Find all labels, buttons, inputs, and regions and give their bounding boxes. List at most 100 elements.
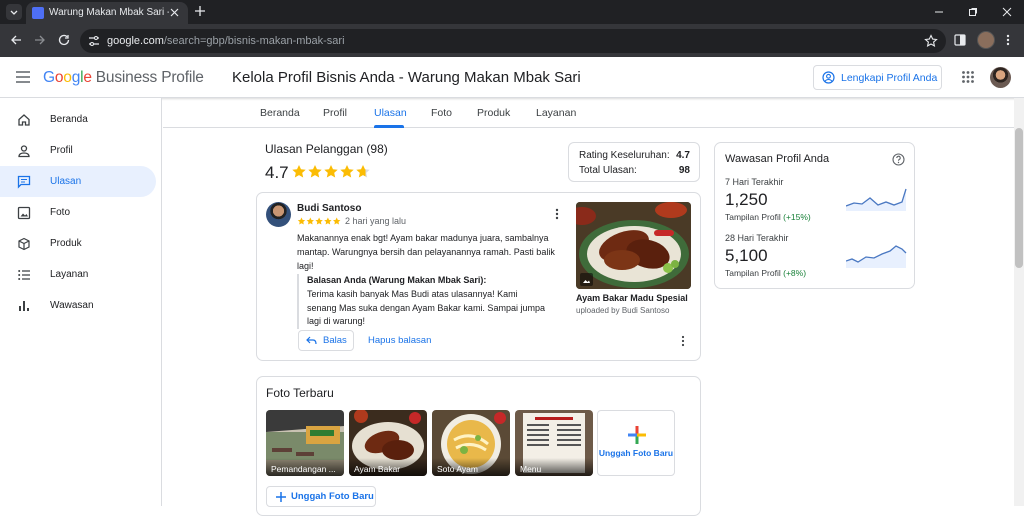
forward-icon[interactable] [33, 33, 47, 47]
review-time: 2 hari yang lalu [345, 216, 407, 226]
bar-chart-icon [17, 299, 31, 313]
sidebar-item-label: Wawasan [50, 300, 94, 311]
insight-subtext: Tampilan Profil (+15%) [725, 212, 811, 222]
tab-search-button[interactable] [6, 4, 22, 20]
sparkline-7-days [846, 188, 907, 211]
upload-photo-button-label: Unggah Foto Baru [291, 491, 374, 502]
tab-layanan[interactable]: Layanan [536, 107, 576, 119]
sidebar-item-label: Beranda [50, 114, 88, 125]
delete-reply-link[interactable]: Hapus balasan [368, 335, 431, 346]
side-panel-icon[interactable] [953, 33, 967, 47]
photo-thumb-soto-ayam[interactable]: Soto Ayam [432, 410, 510, 476]
recent-photos-heading: Foto Terbaru [266, 386, 334, 400]
photo-thumb-ayam-bakar[interactable]: Ayam Bakar [349, 410, 427, 476]
restore-icon[interactable] [956, 0, 990, 24]
sidebar-item-layanan[interactable]: Layanan [0, 259, 156, 290]
reply-button-label: Balas [323, 335, 347, 346]
favicon-icon [32, 7, 44, 19]
browser-tab[interactable]: Warung Makan Mbak Sari - W [26, 2, 188, 24]
scrollbar-thumb[interactable] [1015, 128, 1023, 268]
google-logo: Google [43, 69, 92, 86]
tab-ulasan[interactable]: Ulasan [374, 107, 407, 119]
address-bar[interactable]: google.com/search=gbp/bisnis-makan-mbak-… [80, 29, 946, 53]
tab-profil[interactable]: Profil [323, 107, 347, 119]
reload-icon[interactable] [57, 33, 71, 47]
new-tab-icon[interactable] [193, 4, 207, 18]
sidebar-item-beranda[interactable]: Beranda [0, 104, 156, 135]
insight-period-label: 7 Hari Terakhir [725, 177, 784, 187]
sidebar-item-foto[interactable]: Foto [0, 197, 156, 228]
review-photo[interactable] [576, 202, 691, 289]
hamburger-menu-icon[interactable] [15, 70, 31, 84]
review-photo-title: Ayam Bakar Madu Spesial [576, 293, 688, 303]
owner-reply-text: Terima kasih banyak Mas Budi atas ulasan… [307, 289, 545, 326]
back-icon[interactable] [9, 33, 23, 47]
complete-profile-button[interactable]: Lengkapi Profil Anda [813, 65, 942, 90]
plus-icon [276, 491, 286, 502]
add-photo-plus-icon [628, 426, 646, 444]
page-scrollbar[interactable] [1014, 98, 1024, 506]
browser-menu-icon[interactable] [1001, 33, 1015, 47]
review-more-options-icon[interactable] [554, 208, 560, 220]
upload-photo-button[interactable]: Unggah Foto Baru [266, 486, 376, 507]
close-window-icon[interactable] [990, 0, 1024, 24]
browser-profile-avatar[interactable] [977, 31, 995, 49]
sidebar: Beranda Profil Ulasan Foto Produk Layana… [0, 98, 162, 506]
minimize-icon[interactable] [922, 0, 956, 24]
owner-reply-label: Balasan Anda (Warung Makan Mbak Sari): [307, 275, 487, 285]
sidebar-item-wawasan[interactable]: Wawasan [0, 290, 156, 321]
complete-profile-label: Lengkapi Profil Anda [841, 71, 938, 84]
total-reviews-value: 98 [678, 165, 690, 176]
active-tab-indicator [374, 125, 404, 128]
sidebar-item-label: Layanan [50, 269, 89, 280]
browser-tab-title: Warung Makan Mbak Sari - W [49, 7, 169, 18]
google-business-profile-logo[interactable]: Google Business Profile [43, 69, 204, 87]
site-info-icon[interactable] [87, 34, 101, 48]
browser-toolbar: google.com/search=gbp/bisnis-makan-mbak-… [0, 24, 1024, 57]
rating-summary-box: Rating Keseluruhan: 4.7 Total Ulasan: 98 [568, 142, 700, 182]
review-card: Budi Santoso 2 hari yang lalu Makanannya… [256, 192, 701, 361]
average-rating-stars [291, 164, 371, 180]
browser-tab-bar: Warung Makan Mbak Sari - W [0, 0, 1024, 24]
sidebar-item-profil[interactable]: Profil [0, 135, 156, 166]
recent-photos-card: Foto Terbaru Pemandangan ... Ayam Bakar … [256, 376, 701, 516]
reviews-icon [17, 175, 31, 189]
sidebar-item-ulasan[interactable]: Ulasan [0, 166, 156, 197]
insight-value: 1,250 [725, 190, 768, 209]
bookmark-star-icon[interactable] [924, 34, 938, 48]
tab-beranda[interactable]: Beranda [260, 107, 300, 119]
star-rating-icon [292, 165, 370, 178]
sidebar-item-label: Foto [50, 207, 71, 218]
photo-caption: Menu [515, 458, 593, 476]
app-header: Google Business Profile Kelola Profil Bis… [0, 57, 1024, 98]
sidebar-item-produk[interactable]: Produk [0, 228, 156, 259]
list-icon [17, 268, 31, 282]
insights-title: Wawasan Profil Anda [725, 153, 830, 165]
insight-change: (+8%) [783, 268, 807, 278]
card-more-options-icon[interactable] [680, 335, 686, 347]
page-title: Kelola Profil Bisnis Anda - Warung Makan… [232, 69, 581, 86]
photo-caption: Soto Ayam [432, 458, 510, 476]
help-icon[interactable] [892, 153, 905, 166]
upload-photo-tile[interactable]: Unggah Foto Baru [597, 410, 675, 476]
photo-caption: Pemandangan ... [266, 458, 344, 476]
photo-thumb-menu[interactable]: Menu [515, 410, 593, 476]
person-icon [17, 144, 31, 158]
home-icon [17, 113, 31, 127]
review-stars: 2 hari yang lalu [297, 216, 406, 226]
user-avatar[interactable] [990, 67, 1011, 88]
photo-thumb-pemandangan[interactable]: Pemandangan ... [266, 410, 344, 476]
tab-foto[interactable]: Foto [431, 107, 452, 119]
insight-subtext: Tampilan Profil (+8%) [725, 268, 807, 278]
account-circle-icon [822, 71, 835, 84]
tab-produk[interactable]: Produk [477, 107, 510, 119]
reply-button[interactable]: Balas [298, 330, 354, 351]
insight-period-label: 28 Hari Terakhir [725, 233, 789, 243]
review-photo-uploader: uploaded by Budi Santoso [576, 306, 670, 315]
sidebar-item-label: Ulasan [50, 176, 82, 187]
apps-grid-icon[interactable] [962, 71, 974, 83]
photo-badge-icon [580, 273, 593, 286]
close-tab-icon[interactable] [169, 7, 180, 18]
total-reviews-label: Total Ulasan: [579, 165, 637, 176]
owner-reply: Balasan Anda (Warung Makan Mbak Sari): T… [297, 274, 547, 329]
